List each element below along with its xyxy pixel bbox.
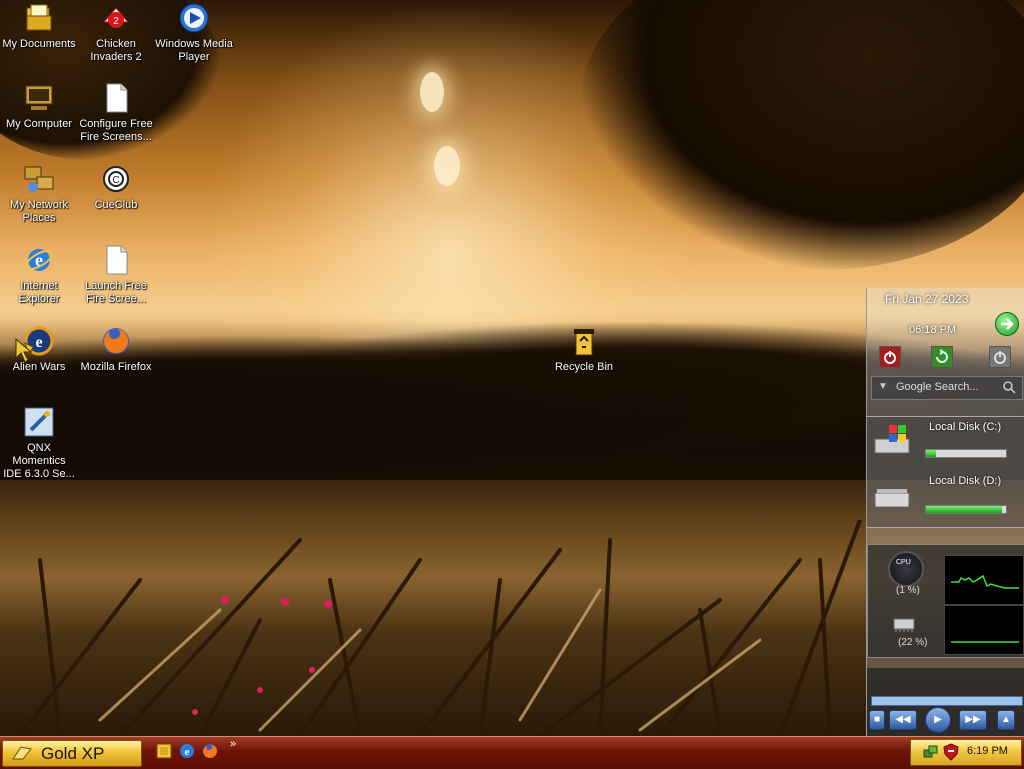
network-status-icon[interactable]: [923, 744, 939, 760]
icon-label: Windows Media Player: [155, 38, 233, 63]
play-button[interactable]: ▶: [925, 707, 951, 733]
standby-button[interactable]: [989, 346, 1011, 368]
qnx-ide-icon: [23, 406, 55, 438]
desktop-icon-internet-explorer[interactable]: e Internet Explorer: [0, 244, 78, 306]
sidebar-date: Fri Jan 27 2023: [885, 292, 969, 306]
media-player-icon: [178, 2, 210, 34]
svg-text:e: e: [35, 334, 42, 351]
ram-chip-icon: [893, 618, 915, 632]
icon-label: Configure Free Fire Screens...: [79, 118, 153, 143]
quick-launch-chevron[interactable]: »: [230, 738, 236, 750]
icon-label: Mozilla Firefox: [80, 361, 152, 373]
desktop-icon-windows-media-player[interactable]: Windows Media Player: [155, 2, 233, 64]
taskbar-clock[interactable]: 6:19 PM: [967, 745, 1008, 757]
search-placeholder: Google Search...: [896, 381, 979, 393]
desktop-icon-cueclub[interactable]: C CueClub: [77, 163, 155, 212]
drive-info-gadget: Local Disk (C:) Local Disk (D:): [867, 416, 1024, 528]
icon-label: Internet Explorer: [18, 280, 60, 305]
next-icon: ▶▶: [965, 714, 981, 725]
sidebar-time: 06:18 PM: [909, 324, 957, 336]
dropdown-arrow-icon[interactable]: ▼: [878, 381, 888, 392]
disk-c-usage-bar: [925, 449, 1007, 458]
computer-icon: [23, 82, 55, 114]
cpu-usage-text: (1 %): [896, 585, 920, 596]
desktop-icon-chicken-invaders[interactable]: 2 Chicken Invaders 2: [77, 2, 155, 64]
security-shield-icon[interactable]: [943, 743, 959, 761]
firefox-icon: [100, 325, 132, 357]
google-search-input[interactable]: ▼ Google Search...: [871, 376, 1023, 400]
stop-icon: ■: [873, 714, 881, 725]
stop-button[interactable]: ■: [869, 710, 885, 730]
mouse-cursor-icon: [15, 338, 33, 363]
show-desktop-icon[interactable]: [155, 742, 173, 760]
next-button[interactable]: ▶▶: [959, 710, 987, 730]
start-label: Gold XP: [41, 744, 105, 763]
previous-icon: ◀◀: [895, 714, 911, 725]
firefox-icon[interactable]: [201, 742, 219, 760]
desktop-icon-mozilla-firefox[interactable]: Mozilla Firefox: [77, 325, 155, 374]
taskbar: Gold XP: [0, 736, 1024, 769]
play-icon: ▶: [934, 714, 942, 725]
folder-documents-icon: [23, 2, 55, 34]
start-logo-icon: [12, 746, 32, 760]
desktop-icon-alien-wars[interactable]: e Alien Wars: [0, 325, 78, 374]
desktop-icon-qnx-momentics[interactable]: QNX Momentics IDE 6.3.0 Se...: [0, 406, 78, 481]
restart-button[interactable]: [931, 346, 953, 368]
shutdown-button[interactable]: [879, 346, 901, 368]
icon-label: QNX Momentics IDE 6.3.0 Se...: [3, 442, 75, 480]
desktop-icon-configure-fire-screensaver[interactable]: Configure Free Fire Screens...: [77, 82, 155, 144]
svg-text:C: C: [112, 175, 119, 186]
icon-label: CueClub: [94, 199, 138, 211]
svg-text:2: 2: [113, 16, 119, 27]
start-button[interactable]: Gold XP: [2, 740, 142, 767]
icon-label: My Documents: [2, 38, 76, 50]
lens-flare: [420, 72, 444, 112]
internet-explorer-icon[interactable]: e: [178, 742, 196, 760]
hard-drive-icon: [874, 489, 910, 508]
recycle-bin-icon: [568, 325, 600, 357]
disk-d-usage-bar: [925, 505, 1007, 514]
document-icon: [100, 244, 132, 276]
system-tray: 6:19 PM: [910, 739, 1022, 766]
network-icon: [23, 163, 55, 195]
desktop-icon-my-computer[interactable]: My Computer: [0, 82, 78, 131]
svg-text:e: e: [185, 746, 190, 758]
ram-usage-text: (22 %): [898, 637, 928, 648]
cpu-ram-meter-gadget: CPU (1 %) (22 %): [867, 544, 1024, 658]
previous-button[interactable]: ◀◀: [889, 710, 917, 730]
icon-label: Chicken Invaders 2: [90, 38, 142, 63]
icon-label: My Network Places: [9, 199, 69, 224]
desktop-icon-my-network-places[interactable]: My Network Places: [0, 163, 78, 225]
cueclub-icon: C: [100, 163, 132, 195]
chicken-icon: 2: [100, 2, 132, 34]
internet-explorer-icon: e: [23, 244, 55, 276]
icon-label: My Computer: [5, 118, 73, 130]
desktop-sidebar: Fri Jan 27 2023 06:18 PM ▼ Google Search…: [866, 288, 1024, 736]
desktop-icon-recycle-bin[interactable]: Recycle Bin: [545, 325, 623, 374]
ram-graph: [944, 605, 1024, 655]
disk-d-label: Local Disk (D:): [929, 475, 1002, 487]
media-seek-bar[interactable]: [871, 696, 1023, 706]
cpu-gauge: CPU: [888, 551, 924, 587]
icon-label: Alien Wars: [12, 361, 66, 373]
search-icon[interactable]: [1002, 380, 1016, 394]
power-icon: [884, 351, 896, 364]
cpu-gauge-label: CPU: [896, 559, 911, 566]
cpu-graph: [944, 555, 1024, 605]
lens-flare: [434, 146, 460, 186]
eject-icon: ▲: [1001, 714, 1011, 725]
icon-label: Recycle Bin: [554, 361, 614, 373]
go-arrow-icon[interactable]: [995, 312, 1019, 336]
foreground-reeds: [18, 520, 862, 736]
icon-label: Launch Free Fire Scree...: [85, 280, 147, 305]
restart-icon: [936, 349, 948, 363]
eject-button[interactable]: ▲: [997, 710, 1015, 730]
desktop-icon-my-documents[interactable]: My Documents: [0, 2, 78, 51]
desktop-icon-launch-fire-screensaver[interactable]: Launch Free Fire Scree...: [77, 244, 155, 306]
hard-drive-icon: [874, 425, 910, 454]
document-icon: [100, 82, 132, 114]
disk-c-label: Local Disk (C:): [929, 421, 1002, 433]
standby-icon: [994, 351, 1006, 364]
